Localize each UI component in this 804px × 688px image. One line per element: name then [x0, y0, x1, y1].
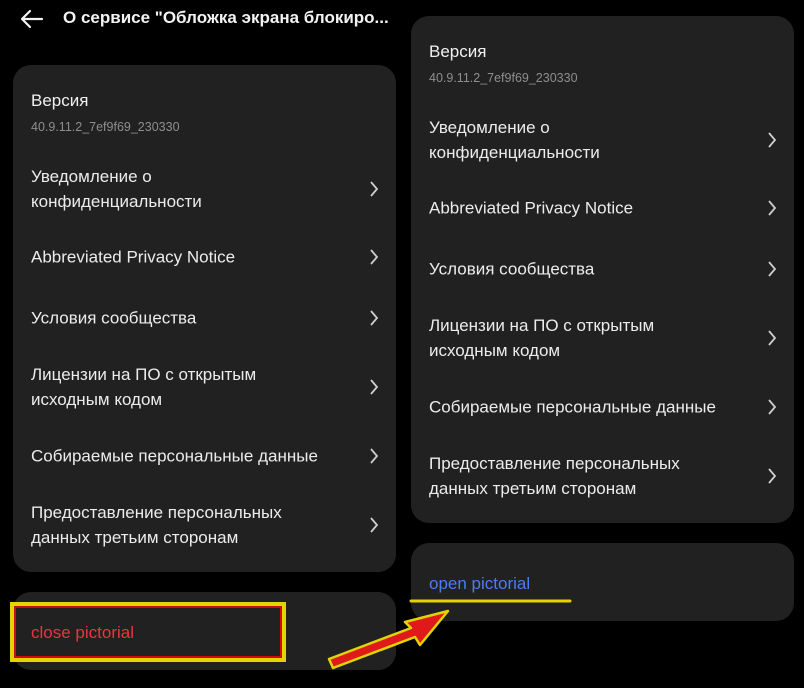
- chevron-right-icon: [370, 517, 379, 533]
- list-item-label: Условия сообщества: [31, 308, 197, 328]
- arrow-left-icon[interactable]: [20, 9, 44, 29]
- list-item-label: Предоставление персональных данных треть…: [31, 503, 282, 547]
- list-item-label: Уведомление о конфиденциальности: [31, 167, 202, 211]
- list-item-privacy-notice[interactable]: Уведомление о конфиденциальности: [411, 112, 794, 168]
- version-label: Версия: [429, 42, 487, 61]
- list-item-label: Лицензии на ПО с открытым исходным кодом: [429, 316, 655, 360]
- chevron-right-icon: [768, 200, 777, 216]
- open-pictorial-button[interactable]: open pictorial: [429, 574, 530, 594]
- about-list-card-right: Версия 40.9.11.2_7ef9f69_230330 Уведомле…: [411, 16, 794, 523]
- list-item-open-source-licenses[interactable]: Лицензии на ПО с открытым исходным кодом: [13, 359, 396, 415]
- list-item-label: Собираемые персональные данные: [429, 397, 716, 417]
- list-item-abbreviated-privacy-notice[interactable]: Abbreviated Privacy Notice: [411, 182, 794, 234]
- chevron-right-icon: [768, 399, 777, 415]
- list-item-label: Условия сообщества: [429, 259, 595, 279]
- list-item-third-party-sharing[interactable]: Предоставление персональных данных треть…: [13, 497, 396, 553]
- open-pictorial-card: open pictorial: [411, 543, 794, 621]
- list-item-open-source-licenses[interactable]: Лицензии на ПО с открытым исходным кодом: [411, 310, 794, 366]
- list-item-label: Abbreviated Privacy Notice: [31, 247, 236, 267]
- list-item-label: Собираемые персональные данные: [31, 446, 318, 466]
- chevron-right-icon: [370, 181, 379, 197]
- list-item-label: Предоставление персональных данных треть…: [429, 454, 680, 498]
- chevron-right-icon: [768, 468, 777, 484]
- list-item-label: Лицензии на ПО с открытым исходным кодом: [31, 365, 257, 409]
- chevron-right-icon: [370, 379, 379, 395]
- list-item-label: Abbreviated Privacy Notice: [429, 198, 634, 218]
- chevron-right-icon: [370, 310, 379, 326]
- list-item-community-terms[interactable]: Условия сообщества: [13, 292, 396, 344]
- page-title: О сервисе "Обложка экрана блокиро...: [63, 8, 389, 27]
- version-value: 40.9.11.2_7ef9f69_230330: [31, 120, 180, 134]
- chevron-right-icon: [370, 249, 379, 265]
- close-pictorial-button[interactable]: close pictorial: [31, 623, 134, 643]
- version-value: 40.9.11.2_7ef9f69_230330: [429, 71, 578, 85]
- list-item-collected-personal-data[interactable]: Собираемые персональные данные: [13, 430, 396, 482]
- chevron-right-icon: [768, 330, 777, 346]
- app-bar: О сервисе "Обложка экрана блокиро...: [0, 0, 410, 40]
- close-pictorial-card: close pictorial: [13, 592, 396, 670]
- list-item-abbreviated-privacy-notice[interactable]: Abbreviated Privacy Notice: [13, 231, 396, 283]
- chevron-right-icon: [768, 132, 777, 148]
- list-item-collected-personal-data[interactable]: Собираемые персональные данные: [411, 381, 794, 433]
- list-item-third-party-sharing[interactable]: Предоставление персональных данных треть…: [411, 448, 794, 504]
- chevron-right-icon: [768, 261, 777, 277]
- list-item-label: Уведомление о конфиденциальности: [429, 118, 600, 162]
- about-list-card-left: Версия 40.9.11.2_7ef9f69_230330 Уведомле…: [13, 65, 396, 572]
- list-item-privacy-notice[interactable]: Уведомление о конфиденциальности: [13, 161, 396, 217]
- version-label: Версия: [31, 91, 89, 110]
- chevron-right-icon: [370, 448, 379, 464]
- list-item-community-terms[interactable]: Условия сообщества: [411, 243, 794, 295]
